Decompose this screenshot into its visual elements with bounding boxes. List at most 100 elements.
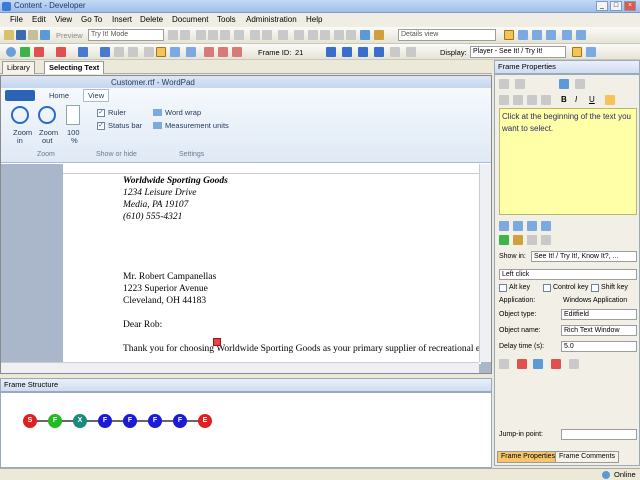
- zoom-frame-icon[interactable]: [390, 47, 400, 57]
- preview-button[interactable]: Preview: [56, 31, 83, 40]
- underline-icon[interactable]: U: [589, 95, 595, 104]
- horizontal-scrollbar[interactable]: [1, 362, 479, 373]
- menu-goto[interactable]: Go To: [81, 15, 102, 24]
- frame-node[interactable]: F: [148, 414, 162, 428]
- text-color-icon[interactable]: [575, 79, 585, 89]
- remove-frame-icon[interactable]: [34, 47, 44, 57]
- vertical-scrollbar[interactable]: [479, 164, 491, 362]
- paste-icon[interactable]: [220, 30, 230, 40]
- delete-frame-icon[interactable]: [232, 47, 242, 57]
- next-frame-icon[interactable]: [358, 47, 368, 57]
- action-tab-4-icon[interactable]: [541, 221, 551, 231]
- highlight-icon[interactable]: [605, 95, 615, 105]
- display-mode-1-icon[interactable]: [572, 47, 582, 57]
- alt-key-checkbox[interactable]: [499, 284, 507, 292]
- menu-tools[interactable]: Tools: [217, 15, 236, 24]
- check-in-icon[interactable]: [308, 30, 318, 40]
- menu-help[interactable]: Help: [306, 15, 322, 24]
- measurement-units-button[interactable]: Measurement units: [165, 121, 229, 130]
- layout-view-icon[interactable]: [504, 30, 514, 40]
- object-name-field[interactable]: Rich Text Window: [561, 325, 637, 336]
- link-icon[interactable]: [334, 30, 344, 40]
- display-mode-2-icon[interactable]: [586, 47, 596, 57]
- tab-selecting-text[interactable]: Selecting Text: [44, 61, 105, 74]
- check-out-icon[interactable]: [320, 30, 330, 40]
- zoom-in-icon[interactable]: [11, 106, 29, 124]
- action-tab-1-icon[interactable]: [499, 221, 509, 231]
- align-left-icon[interactable]: [499, 95, 509, 105]
- cut-frame-icon[interactable]: [100, 47, 110, 57]
- last-frame-icon[interactable]: [374, 47, 384, 57]
- zoom-out-icon[interactable]: [38, 106, 56, 124]
- hand-icon[interactable]: [527, 235, 537, 245]
- screen-icon[interactable]: [156, 47, 166, 57]
- copy-frame-icon[interactable]: [114, 47, 124, 57]
- paste-frame-icon[interactable]: [128, 47, 138, 57]
- display-select[interactable]: Player - See It! / Try It!: [470, 46, 566, 58]
- delay-select[interactable]: 5.0: [561, 341, 637, 352]
- justify-icon[interactable]: [541, 95, 551, 105]
- view-select[interactable]: Details view: [398, 29, 496, 41]
- delete-icon[interactable]: [234, 30, 244, 40]
- wordpad-menu-button[interactable]: [5, 90, 35, 101]
- bubble-shape-icon[interactable]: [515, 79, 525, 89]
- globe-icon[interactable]: [360, 30, 370, 40]
- menu-document[interactable]: Document: [172, 15, 208, 24]
- pane-view-icon[interactable]: [562, 30, 572, 40]
- word-wrap-button[interactable]: Word wrap: [165, 108, 201, 117]
- menu-file[interactable]: File: [10, 15, 23, 24]
- insert-frame-icon[interactable]: [218, 47, 228, 57]
- redo-icon[interactable]: [180, 30, 190, 40]
- outline-view-icon[interactable]: [518, 30, 528, 40]
- mode-select[interactable]: Try It! Mode: [88, 29, 164, 41]
- menu-delete[interactable]: Delete: [140, 15, 163, 24]
- document-page[interactable]: Worldwide Sporting Goods 1234 Leisure Dr…: [63, 174, 481, 364]
- align-icon[interactable]: [204, 47, 214, 57]
- show-in-select[interactable]: See It! / Try It!, Know It?, ...: [531, 251, 637, 262]
- folder-icon[interactable]: [374, 30, 384, 40]
- frame-view-icon[interactable]: [532, 30, 542, 40]
- close-button[interactable]: ×: [624, 1, 636, 11]
- minimize-button[interactable]: _: [596, 1, 608, 11]
- decision-icon[interactable]: [78, 47, 88, 57]
- frame-node[interactable]: F: [123, 414, 137, 428]
- first-frame-icon[interactable]: [326, 47, 336, 57]
- ribbon-tab-view[interactable]: View: [83, 89, 110, 102]
- fit-frame-icon[interactable]: [406, 47, 416, 57]
- font-icon[interactable]: [559, 79, 569, 89]
- cut-icon[interactable]: [196, 30, 206, 40]
- statusbar-checkbox[interactable]: ✓: [97, 122, 105, 130]
- print-icon[interactable]: [28, 30, 38, 40]
- menu-view[interactable]: View: [55, 15, 72, 24]
- maximize-button[interactable]: □: [610, 1, 622, 11]
- action-tab-3-icon[interactable]: [527, 221, 537, 231]
- properties-icon[interactable]: [294, 30, 304, 40]
- add-frame-icon[interactable]: [20, 47, 30, 57]
- frame-node[interactable]: S: [23, 414, 37, 428]
- ribbon-tab-home[interactable]: Home: [49, 91, 69, 100]
- frame-node[interactable]: F: [48, 414, 62, 428]
- record-frame-icon[interactable]: [170, 47, 180, 57]
- unlink-icon[interactable]: [346, 30, 356, 40]
- pointer-icon[interactable]: [541, 235, 551, 245]
- sound-icon[interactable]: [499, 359, 509, 369]
- menu-insert[interactable]: Insert: [112, 15, 132, 24]
- shift-key-checkbox[interactable]: [591, 284, 599, 292]
- link-frame-icon[interactable]: [513, 235, 523, 245]
- jump-in-field[interactable]: [561, 429, 637, 440]
- prev-frame-icon[interactable]: [342, 47, 352, 57]
- tab-library[interactable]: Library: [2, 61, 35, 74]
- tab-frame-properties[interactable]: Frame Properties: [497, 451, 560, 463]
- object-type-select[interactable]: Editfield: [561, 309, 637, 320]
- publish-icon[interactable]: [40, 30, 50, 40]
- key-icon[interactable]: [569, 359, 579, 369]
- italic-icon[interactable]: I: [575, 95, 577, 104]
- frame-node[interactable]: X: [73, 414, 87, 428]
- menu-administration[interactable]: Administration: [246, 15, 297, 24]
- explanation-icon[interactable]: [551, 359, 561, 369]
- bold-icon[interactable]: B: [561, 95, 567, 104]
- align-right-icon[interactable]: [527, 95, 537, 105]
- bubble-icon[interactable]: [144, 47, 154, 57]
- ruler-checkbox[interactable]: ✓: [97, 109, 105, 117]
- hotspot-icon[interactable]: [517, 359, 527, 369]
